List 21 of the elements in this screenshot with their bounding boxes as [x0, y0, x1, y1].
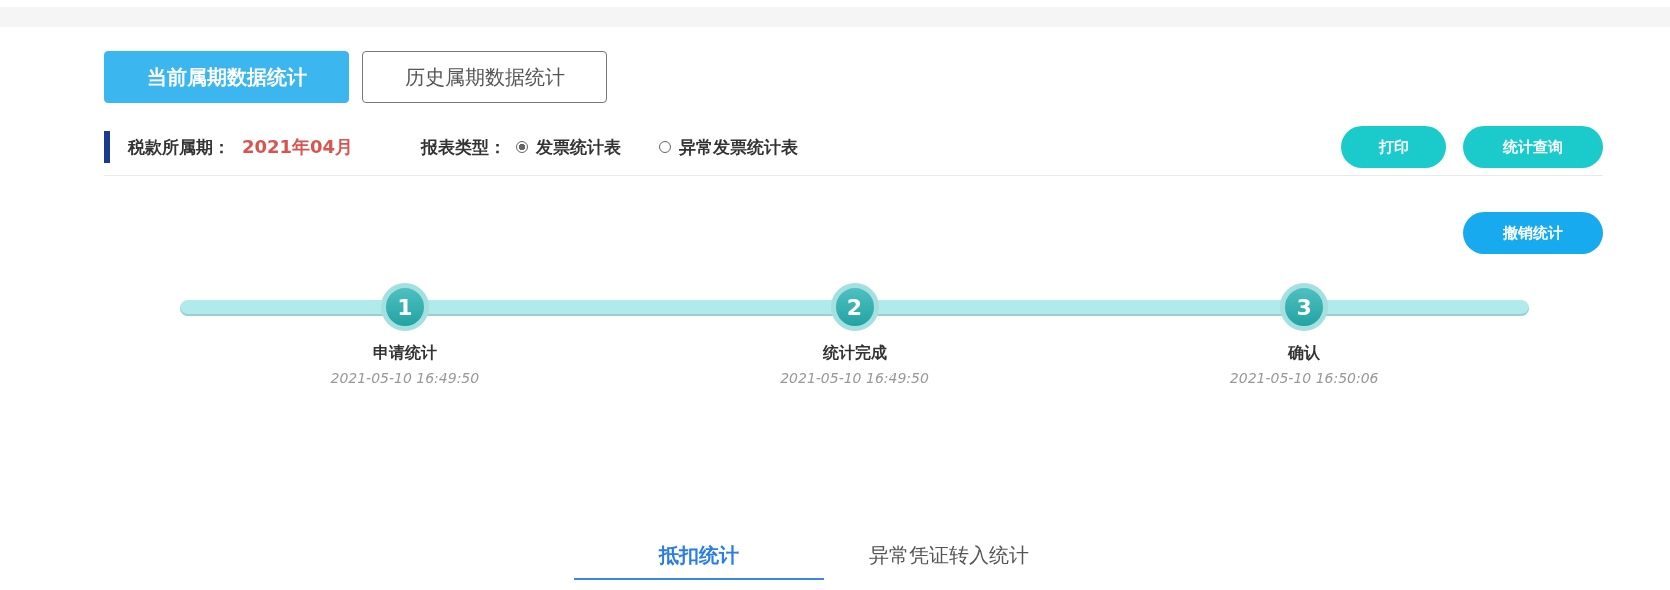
step-number: 3 [1280, 283, 1329, 331]
period-value: 2021年04月 [242, 135, 354, 159]
radio-label[interactable]: 发票统计表 [536, 135, 622, 159]
step-time: 2021-05-10 16:49:50 [780, 370, 929, 386]
step-number: 1 [380, 283, 429, 331]
report-type-label: 报表类型： [421, 135, 507, 159]
step-time: 2021-05-10 16:50:06 [1229, 370, 1379, 386]
step-time: 2021-05-10 16:49:50 [330, 370, 480, 386]
step-title: 确认 [1288, 343, 1321, 364]
radio-label[interactable]: 异常发票统计表 [679, 135, 799, 159]
step-title: 申请统计 [372, 343, 437, 364]
tab[interactable]: 抵扣统计 [573, 532, 824, 580]
step-number: 2 [830, 283, 879, 331]
tab[interactable]: 异常凭证转入统计 [823, 532, 1074, 580]
period-label: 税款所属期： [128, 135, 230, 159]
cancel-button[interactable]: 撤销统计 [1463, 212, 1603, 254]
step-title: 统计完成 [822, 343, 887, 364]
radio-button[interactable] [516, 141, 529, 153]
period-tab[interactable]: 历史属期数据统计 [362, 51, 607, 103]
period-tab[interactable]: 当前属期数据统计 [104, 51, 349, 103]
accent-bar [104, 131, 110, 163]
